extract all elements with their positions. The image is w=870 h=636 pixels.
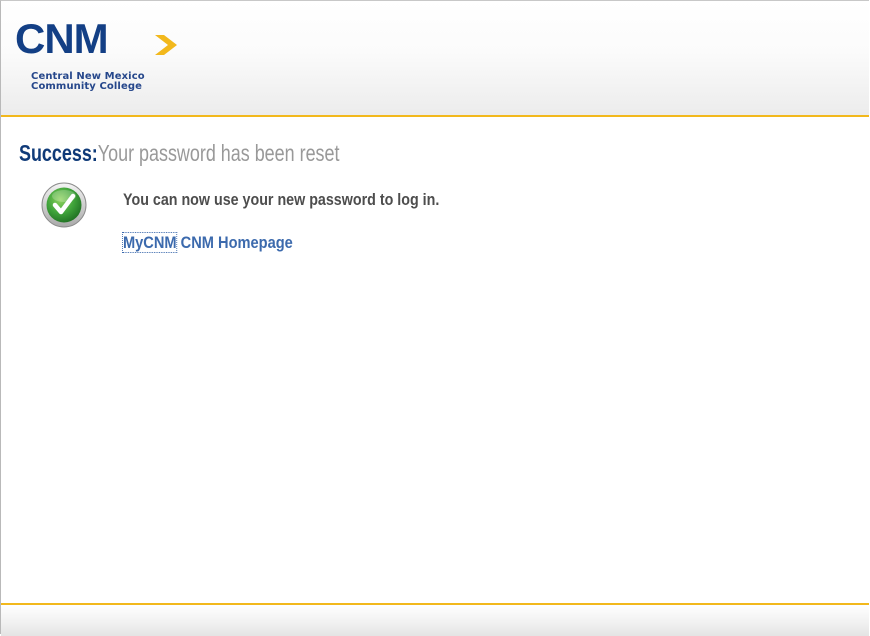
status-title: Your password has been reset xyxy=(97,140,340,166)
link-rest-text: CNM Homepage xyxy=(176,233,293,252)
cnm-logo-text: CNM xyxy=(15,23,108,57)
logo-subtitle: Central New Mexico Community College xyxy=(31,72,145,92)
header: CNM Central New Mexico Community College xyxy=(1,1,869,117)
cnm-logo-mark: CNM xyxy=(15,23,177,57)
success-label: Success: xyxy=(19,140,98,166)
mycnm-homepage-link[interactable]: MyCNM CNM Homepage xyxy=(122,232,293,254)
footer xyxy=(1,603,869,636)
checkmark-circle-icon xyxy=(40,181,88,229)
page-frame: CNM Central New Mexico Community College… xyxy=(0,0,869,636)
page-title: Success:Your password has been reset xyxy=(19,139,339,167)
success-message: You can now use your new password to log… xyxy=(123,190,440,209)
link-focus-text: MyCNM xyxy=(122,232,178,253)
logo-subtitle-line2: Community College xyxy=(31,81,142,92)
logo-chevron-icon xyxy=(155,35,177,55)
cnm-logo[interactable]: CNM Central New Mexico Community College xyxy=(13,23,188,103)
